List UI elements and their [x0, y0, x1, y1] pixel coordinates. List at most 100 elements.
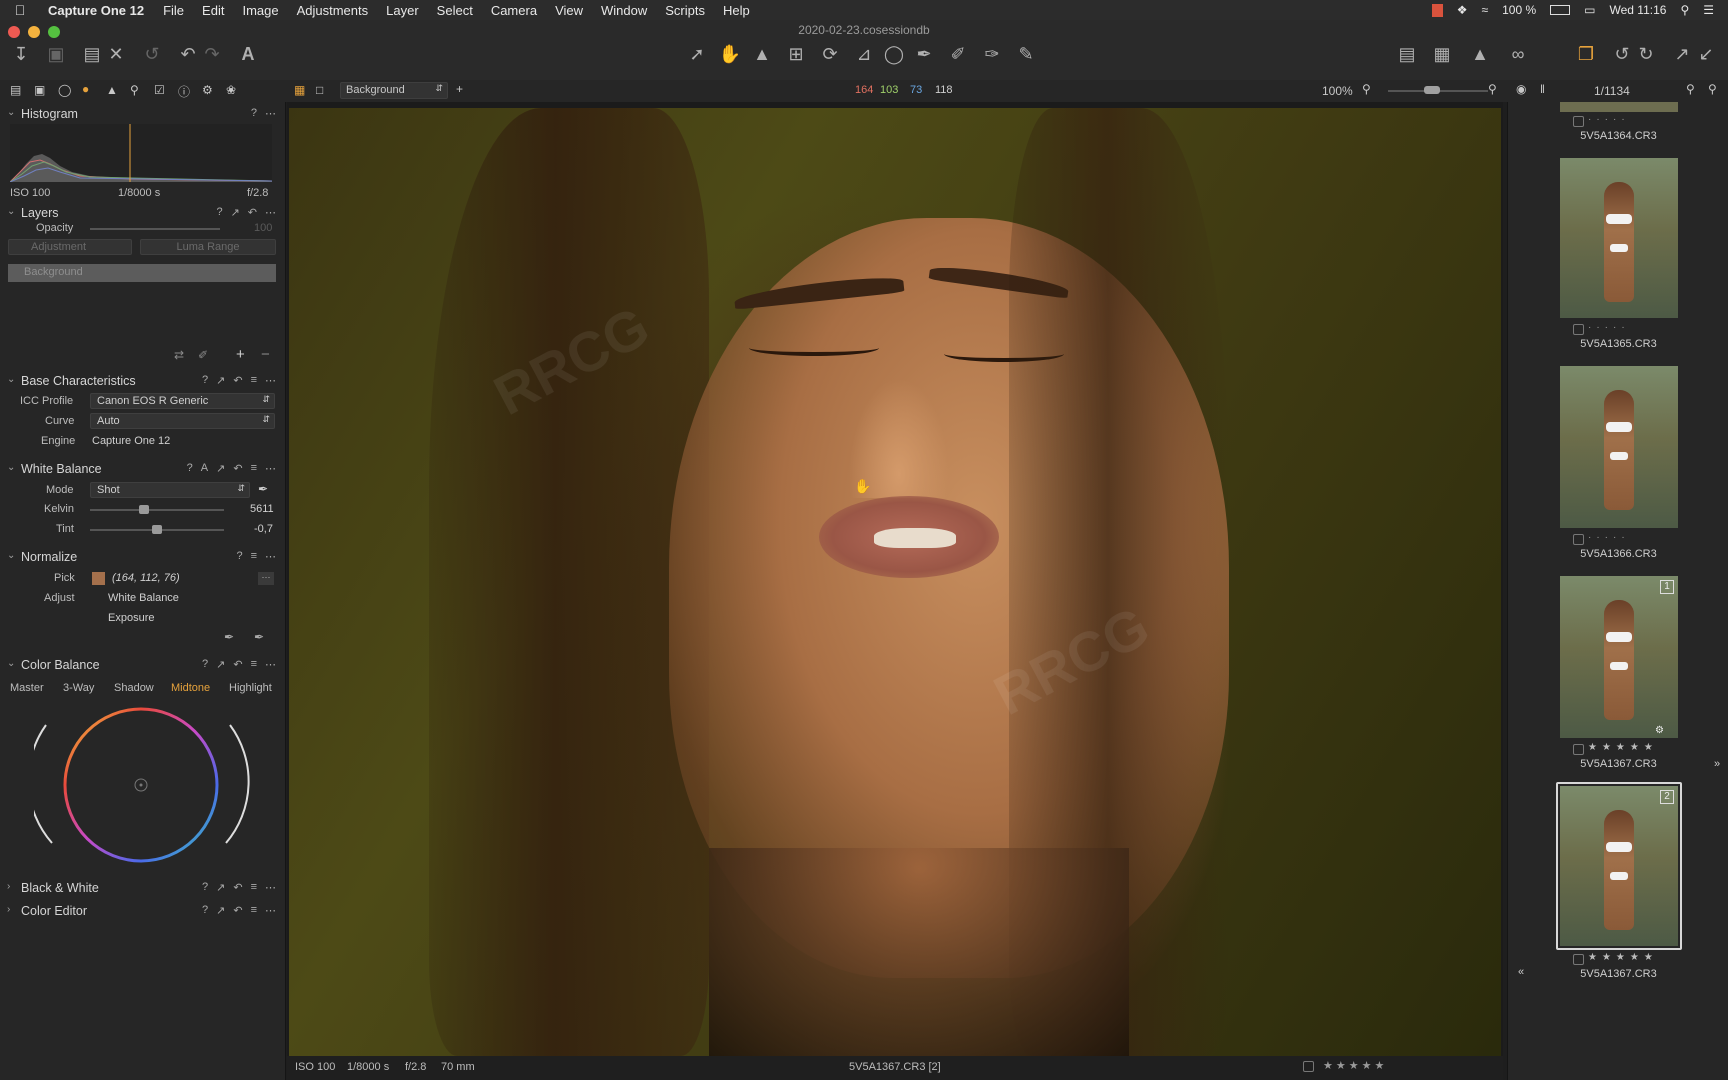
tint-slider-knob[interactable]	[152, 525, 162, 534]
dropbox-icon[interactable]: ❖	[1457, 3, 1468, 17]
kelvin-value[interactable]: 5611	[250, 503, 274, 515]
pan-hand-icon[interactable]: ✋	[718, 42, 742, 66]
app-menu[interactable]: Capture One 12	[40, 3, 154, 18]
layer-move-icon[interactable]: ⇄	[174, 348, 184, 362]
kelvin-slider[interactable]	[90, 509, 224, 511]
image-viewer[interactable]: ✋ RRCG RRCG	[287, 102, 1503, 1056]
reset-icon[interactable]: ↶	[233, 374, 242, 387]
menu-view[interactable]: View	[546, 3, 592, 18]
thumbnail-image[interactable]	[1560, 366, 1678, 528]
copy-icon[interactable]: ↗	[216, 462, 225, 475]
redo-icon[interactable]: ↷	[200, 42, 224, 66]
help-icon[interactable]: ?	[202, 881, 208, 894]
battery-status[interactable]: 100 %	[1502, 3, 1536, 17]
help-icon[interactable]: ?	[236, 550, 242, 563]
normalize-wb-option[interactable]: White Balance	[108, 592, 179, 604]
wb-mode-select[interactable]: Shot ⇵	[90, 482, 250, 498]
normalize-pick-icon[interactable]: ✒	[224, 630, 234, 644]
remove-layer-icon[interactable]: −	[261, 346, 270, 363]
tint-value[interactable]: -0,7	[254, 523, 273, 535]
copy-icon[interactable]: ↗	[216, 881, 225, 894]
reset-icon[interactable]: ↶	[233, 881, 242, 894]
icc-profile-select[interactable]: Canon EOS R Generic ⇵	[90, 393, 275, 409]
copy-icon[interactable]: ↗	[216, 904, 225, 917]
chevron-right-icon[interactable]: ›	[7, 881, 10, 892]
layer-brush-icon[interactable]: ✐	[198, 348, 208, 362]
proof-glasses-icon[interactable]: ∞	[1506, 42, 1530, 66]
more-icon[interactable]: ⋯	[265, 107, 276, 120]
chevron-down-icon[interactable]: ⌄	[7, 658, 15, 669]
layer-row-background[interactable]: Background	[8, 264, 276, 282]
delete-icon[interactable]: ✕	[104, 42, 128, 66]
menu-camera[interactable]: Camera	[482, 3, 546, 18]
output-tab-icon[interactable]: ⚙	[202, 83, 213, 97]
select-checkbox[interactable]	[1573, 744, 1584, 755]
help-icon[interactable]: ?	[202, 374, 208, 387]
tab-shadow[interactable]: Shadow	[114, 682, 154, 694]
layers-header[interactable]: ⌄ Layers ? ↗ ↶ ⋯	[0, 203, 286, 223]
brush-icon[interactable]: ✐	[946, 42, 970, 66]
rotate-icon[interactable]: ↺	[140, 42, 164, 66]
more-icon[interactable]: ⋯	[265, 206, 276, 219]
select-checkbox[interactable]	[1573, 534, 1584, 545]
presets-icon[interactable]: ≡	[251, 658, 257, 671]
loupe-icon[interactable]: ▲	[750, 42, 774, 66]
wifi-icon[interactable]: ≈	[1482, 3, 1489, 17]
capture-tab-icon[interactable]: ▣	[34, 83, 45, 97]
eraser-icon[interactable]: ✑	[980, 42, 1004, 66]
chevron-down-icon[interactable]: ⌄	[7, 550, 15, 561]
notification-icon[interactable]: ☰	[1703, 3, 1714, 17]
paste-adjustments-icon[interactable]: ↙	[1694, 42, 1718, 66]
help-icon[interactable]: ?	[202, 904, 208, 917]
reset-icon[interactable]: ↺	[1610, 42, 1634, 66]
adjustment-button[interactable]: Adjustment	[8, 239, 132, 255]
undo-icon[interactable]: ↶	[176, 42, 200, 66]
kelvin-slider-knob[interactable]	[138, 505, 149, 514]
tab-master[interactable]: Master	[10, 682, 44, 694]
select-checkbox[interactable]	[1303, 1061, 1314, 1072]
color-wheel[interactable]	[34, 705, 254, 865]
star-rating[interactable]: ★★★★★	[1323, 1059, 1387, 1072]
star-rating[interactable]: ·····	[1588, 114, 1630, 125]
apply-icon[interactable]: ↻	[1634, 42, 1658, 66]
edit-mask-icon[interactable]: ▤	[1395, 42, 1419, 66]
exposure-tab-icon[interactable]: ▲	[106, 83, 118, 97]
pick-options-button[interactable]: ⋯	[258, 572, 274, 585]
camera-icon[interactable]: ▣	[44, 42, 68, 66]
picker-icon[interactable]: ✒	[912, 42, 936, 66]
select-checkbox[interactable]	[1573, 324, 1584, 335]
menu-help[interactable]: Help	[714, 3, 759, 18]
zoom-out-icon[interactable]: ⚲	[1362, 82, 1371, 96]
opacity-slider[interactable]	[90, 228, 220, 230]
copy-icon[interactable]: ↗	[231, 206, 240, 219]
batch-tab-icon[interactable]: ❀	[226, 83, 236, 97]
thumbnail-image[interactable]: 1 ⚙	[1560, 576, 1678, 738]
keystone-icon[interactable]: ⊿	[852, 42, 876, 66]
chevron-right-icon[interactable]: ›	[7, 904, 10, 915]
color-editor-header[interactable]: › Color Editor ? ↗ ↶ ≡ ⋯	[0, 901, 286, 921]
export-icon[interactable]: ▤	[80, 42, 104, 66]
normalize-exposure-option[interactable]: Exposure	[108, 612, 154, 624]
copy-adjustments-icon[interactable]: ↗	[1670, 42, 1694, 66]
thumbnail-partial[interactable]	[1560, 102, 1678, 112]
more-icon[interactable]: ⋯	[265, 904, 276, 917]
menu-file[interactable]: File	[154, 3, 193, 18]
import-icon[interactable]: ↧	[9, 42, 33, 66]
star-rating[interactable]: ★★★★★	[1588, 742, 1658, 753]
menu-layer[interactable]: Layer	[377, 3, 428, 18]
portrait-photo[interactable]: ✋ RRCG RRCG	[289, 108, 1501, 1056]
more-icon[interactable]: ⋯	[265, 462, 276, 475]
details-tab-icon[interactable]: ⚲	[130, 83, 139, 97]
presets-icon[interactable]: ≡	[251, 550, 257, 563]
chevron-down-icon[interactable]: ⌄	[7, 107, 15, 118]
select-cursor-icon[interactable]: ➚	[685, 42, 709, 66]
copy-apply-icon[interactable]: ❐	[1574, 42, 1598, 66]
menu-window[interactable]: Window	[592, 3, 656, 18]
help-icon[interactable]: ?	[251, 107, 257, 120]
exposure-warning-icon[interactable]: ▲	[1468, 42, 1492, 66]
auto-icon[interactable]: A	[201, 462, 208, 475]
multi-view-icon[interactable]: ▦	[294, 83, 305, 97]
star-rating[interactable]: ★★★★★	[1588, 952, 1658, 963]
more-icon[interactable]: ⋯	[265, 881, 276, 894]
more-icon[interactable]: ⋯	[265, 658, 276, 671]
